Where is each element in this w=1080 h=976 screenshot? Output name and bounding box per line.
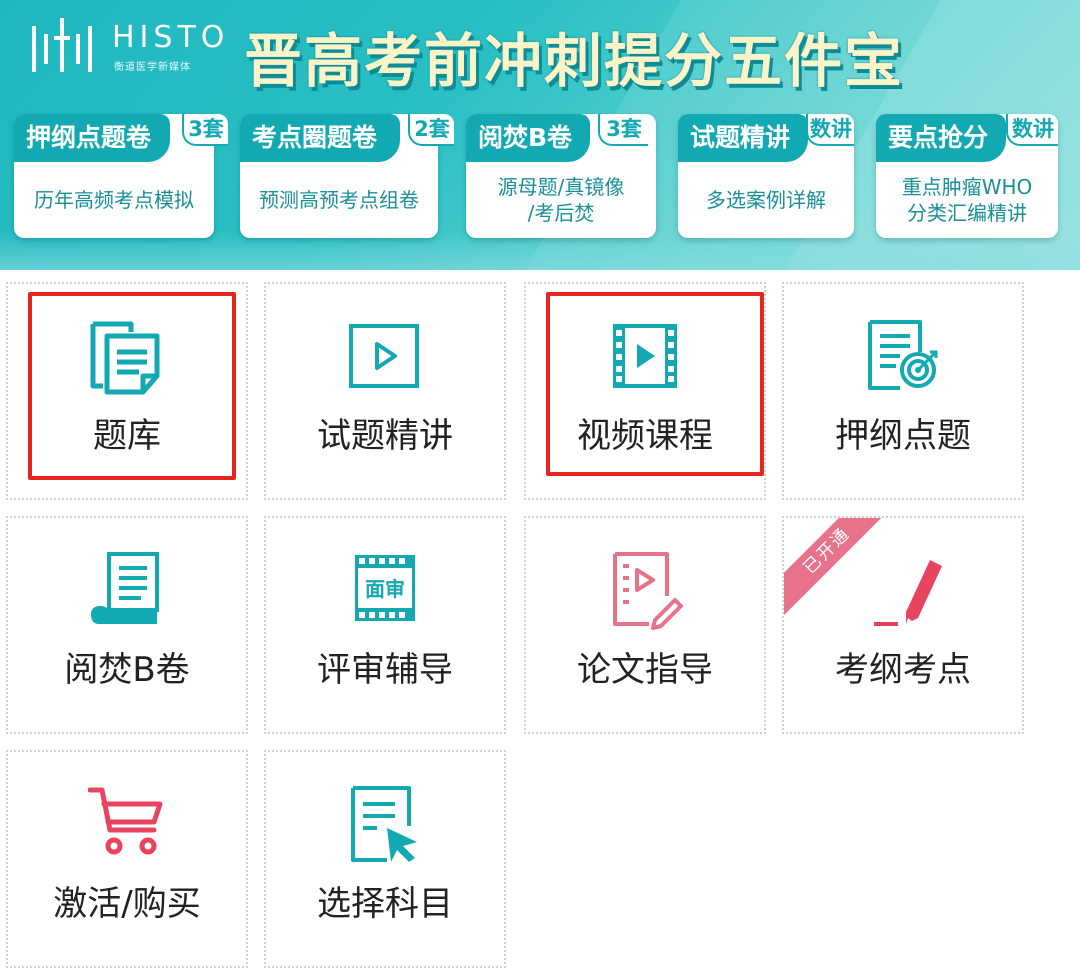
grid-item-thesis-guidance[interactable]: 论文指导 — [524, 516, 766, 734]
highlight-box-video-courses — [546, 292, 764, 476]
play-icon — [349, 324, 419, 388]
promo-card-desc: 历年高频考点模拟 — [34, 188, 194, 212]
promo-card-desc: 预测高预考点组卷 — [259, 188, 419, 212]
grid-item-label: 评审辅导 — [317, 650, 453, 690]
promo-card-tab: 试题精讲 — [678, 114, 808, 162]
histo-logo: HISTO 衡道医学新媒体 — [28, 14, 224, 78]
promo-card-tab: 要点抢分 — [876, 114, 1006, 162]
grid-item-label: 选择科目 — [317, 884, 453, 924]
promo-card-jingjiang[interactable]: 试题精讲 数讲 多选案例详解 — [678, 114, 854, 238]
grid-item-label: 押纲点题 — [835, 416, 971, 456]
pencil-icon — [873, 560, 942, 626]
grid-item-label: 激活/购买 — [53, 884, 201, 924]
promo-card-yaodian[interactable]: 要点抢分 数讲 重点肿瘤WHO 分类汇编精讲 — [876, 114, 1058, 238]
histo-logo-mark-icon — [32, 18, 92, 72]
grid-item-label: 阅焚B卷 — [64, 650, 190, 690]
logo-subtitle: 衡道医学新媒体 — [114, 62, 191, 73]
promo-card-desc: 源母题/真镜像 /考后焚 — [497, 175, 625, 225]
logo-text: HISTO — [112, 20, 230, 55]
banner-title: 晋高考前冲刺提分五件宝 — [244, 27, 905, 95]
promo-card-badge: 数讲 — [1006, 114, 1058, 146]
promo-card-desc: 多选案例详解 — [706, 188, 826, 212]
promo-card-yagang[interactable]: 押纲点题卷 3套 历年高频考点模拟 — [14, 114, 228, 238]
promo-banner[interactable]: HISTO 衡道医学新媒体 晋高考前冲刺提分五件宝 押纲点题卷 3套 历年高频考… — [0, 0, 1080, 270]
grid-item-select-subject[interactable]: 选择科目 — [264, 750, 506, 968]
promo-card-badge: 数讲 — [806, 114, 854, 146]
promo-card-desc: 重点肿瘤WHO 分类汇编精讲 — [901, 175, 1033, 225]
cart-icon — [88, 787, 163, 855]
promo-card-badge: 3套 — [182, 114, 228, 146]
promo-card-badge: 2套 — [408, 114, 454, 146]
select-subject-icon — [351, 786, 417, 862]
promo-card-tab: 押纲点题卷 — [14, 114, 170, 162]
paper-video-icon — [613, 552, 683, 630]
promo-card-yuefen[interactable]: 阅焚B卷 3套 源母题/真镜像 /考后焚 — [466, 114, 656, 238]
film-review-icon-text: 面审 — [365, 577, 405, 601]
film-review-icon: 面审 — [355, 555, 415, 621]
grid-item-explained-questions[interactable]: 试题精讲 — [264, 282, 506, 500]
highlight-box-question-bank — [28, 292, 236, 480]
doc-target-icon — [868, 320, 938, 390]
promo-card-tab: 考点圈题卷 — [240, 114, 400, 162]
scroll-icon — [91, 552, 159, 624]
grid-item-label: 试题精讲 — [317, 416, 453, 456]
grid-item-exam-points[interactable]: 押纲点题 — [782, 282, 1024, 500]
grid-item-yuefen-b[interactable]: 阅焚B卷 — [6, 516, 248, 734]
grid-item-syllabus-points[interactable]: 已开通 考纲考点 — [782, 516, 1024, 734]
promo-card-quanti[interactable]: 考点圈题卷 2套 预测高预考点组卷 — [240, 114, 454, 238]
promo-card-badge: 3套 — [598, 114, 648, 146]
promo-card-tab: 阅焚B卷 — [466, 114, 590, 162]
grid-item-review-guidance[interactable]: 面审 评审辅导 — [264, 516, 506, 734]
grid-item-label: 考纲考点 — [835, 650, 971, 690]
grid-item-label: 论文指导 — [577, 650, 713, 690]
grid-item-activate-purchase[interactable]: 激活/购买 — [6, 750, 248, 968]
